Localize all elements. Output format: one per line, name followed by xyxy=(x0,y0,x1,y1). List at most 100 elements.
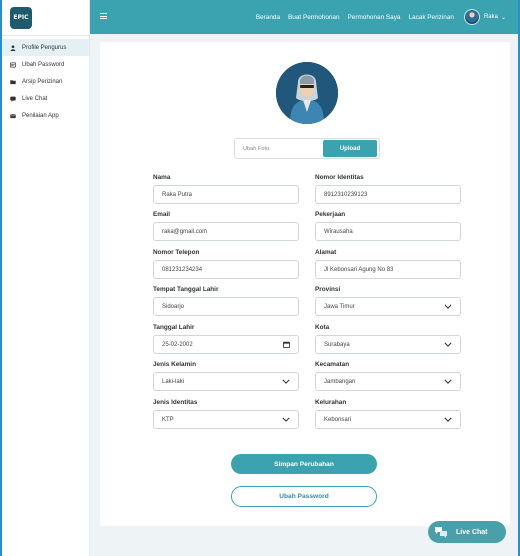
nav-link-buat-permohonan[interactable]: Buat Permohonan xyxy=(288,14,340,21)
field-nomor-telepon: Nomor Telepon 081231234234 xyxy=(153,249,299,279)
field-value: Raka Putra xyxy=(162,191,193,198)
envelope-icon xyxy=(10,113,16,118)
field-value: 8912310239123 xyxy=(324,191,368,198)
sidebar-item-live-chat[interactable]: Live Chat xyxy=(2,90,89,107)
top-nav-links: Beranda Buat Permohonan Permohonan Saya … xyxy=(248,0,506,34)
province-select[interactable]: Jawa Timur xyxy=(315,297,461,316)
field-label: Kelurahan xyxy=(315,399,347,406)
phone-input[interactable]: 081231234234 xyxy=(153,260,299,279)
field-nama: Nama Raka Putra xyxy=(153,174,299,204)
id-number-input[interactable]: 8912310239123 xyxy=(315,185,461,204)
field-nomor-identitas: Nomor Identitas 8912310239123 xyxy=(315,174,461,204)
sidebar-item-label: Profile Pengurus xyxy=(22,44,67,51)
nav-link-lacak-perizinan[interactable]: Lacak Perizinan xyxy=(408,14,453,21)
sidebar-nav: Profile Pengurus Ubah Password Arsip Per… xyxy=(2,36,89,124)
field-kelurahan: Kelurahan Kebonsari xyxy=(315,399,461,429)
field-provinsi: Provinsi Jawa Timur xyxy=(315,286,461,316)
field-jenis-identitas: Jenis Identitas KTP xyxy=(153,399,299,429)
logo-area: EPIC xyxy=(2,0,89,36)
field-tempat-lahir: Tempat Tanggal Lahir Sidoarjo xyxy=(153,286,299,316)
chevron-down-icon xyxy=(444,417,452,422)
profile-card: Ubah Foto Upload Nama Raka Putra Email r… xyxy=(100,42,510,526)
chevron-down-icon: ⌄ xyxy=(500,14,506,21)
field-value: Laki-laki xyxy=(162,378,185,385)
sidebar-item-penilaian-app[interactable]: Penilaian App xyxy=(2,107,89,124)
field-kecamatan: Kecamatan Jambangan xyxy=(315,361,461,391)
sidebar: EPIC Profile Pengurus Ubah Password Arsi… xyxy=(2,0,90,556)
field-value: Surabaya xyxy=(324,341,350,348)
sidebar-item-profile-pengurus[interactable]: Profile Pengurus xyxy=(2,39,89,56)
sidebar-item-label: Live Chat xyxy=(22,95,48,102)
id-type-select[interactable]: KTP xyxy=(153,410,299,429)
email-input[interactable]: raka@gmail.com xyxy=(153,222,299,241)
user-menu[interactable]: Raka ⌄ xyxy=(463,9,506,25)
chevron-down-icon xyxy=(444,304,452,309)
photo-file-input[interactable]: Ubah Foto xyxy=(235,146,323,152)
field-label: Jenis Identitas xyxy=(153,399,198,406)
sidebar-item-arsip-perizinan[interactable]: Arsip Perizinan xyxy=(2,73,89,90)
field-pekerjaan: Pekerjaan Wirausaha xyxy=(315,211,461,241)
change-password-button[interactable]: Ubah Password xyxy=(231,486,377,507)
calendar-icon[interactable] xyxy=(283,341,290,348)
sidebar-item-label: Penilaian App xyxy=(22,112,59,119)
village-select[interactable]: Kebonsari xyxy=(315,410,461,429)
field-value: 081231234234 xyxy=(162,266,203,273)
chevron-down-icon xyxy=(282,417,290,422)
photo-upload-control: Ubah Foto Upload xyxy=(234,138,380,159)
field-label: Nomor Telepon xyxy=(153,249,200,256)
field-value: raka@gmail.com xyxy=(162,228,208,235)
field-label: Tanggal Lahir xyxy=(153,324,195,331)
field-kota: Kota Surabaya xyxy=(315,324,461,354)
avatar xyxy=(463,9,480,25)
chat-bubbles-icon xyxy=(435,527,447,538)
field-value: Sidoarjo xyxy=(162,303,185,310)
field-label: Kecamatan xyxy=(315,361,350,368)
field-label: Email xyxy=(153,211,171,218)
field-value: Wirausaha xyxy=(324,228,353,235)
sidebar-item-label: Ubah Password xyxy=(22,61,65,68)
nav-link-permohonan-saya[interactable]: Permohonan Saya xyxy=(348,14,401,21)
city-select[interactable]: Surabaya xyxy=(315,335,461,354)
field-value: 25-02-2002 xyxy=(162,341,193,348)
field-alamat: Alamat Jl Kebonsari Agung No 83 xyxy=(315,249,461,279)
top-navbar: Beranda Buat Permohonan Permohonan Saya … xyxy=(90,0,518,34)
field-value: Jawa Timur xyxy=(324,303,355,310)
sidebar-item-label: Arsip Perizinan xyxy=(22,78,63,85)
profile-photo xyxy=(276,62,338,124)
field-label: Kota xyxy=(315,324,330,331)
field-label: Alamat xyxy=(315,249,337,256)
address-input[interactable]: Jl Kebonsari Agung No 83 xyxy=(315,260,461,279)
occupation-input[interactable]: Wirausaha xyxy=(315,222,461,241)
folder-icon xyxy=(10,79,16,84)
field-jenis-kelamin: Jenis Kelamin Laki-laki xyxy=(153,361,299,391)
field-label: Nomor Identitas xyxy=(315,174,364,181)
field-value: Kebonsari xyxy=(324,416,352,423)
birthplace-input[interactable]: Sidoarjo xyxy=(153,297,299,316)
key-card-icon xyxy=(10,62,16,67)
upload-button[interactable]: Upload xyxy=(323,140,377,157)
field-label: Nama xyxy=(153,174,171,181)
logo-text: EPIC xyxy=(13,14,29,21)
nama-input[interactable]: Raka Putra xyxy=(153,185,299,204)
app-logo[interactable]: EPIC xyxy=(10,6,32,29)
field-email: Email raka@gmail.com xyxy=(153,211,299,241)
user-icon xyxy=(10,44,16,51)
save-changes-button[interactable]: Simpan Perubahan xyxy=(231,454,377,474)
live-chat-button[interactable]: Live Chat xyxy=(428,521,506,543)
sidebar-item-ubah-password[interactable]: Ubah Password xyxy=(2,56,89,73)
district-select[interactable]: Jambangan xyxy=(315,372,461,391)
field-value: KTP xyxy=(162,416,174,423)
field-label: Provinsi xyxy=(315,286,341,293)
user-name: Raka xyxy=(483,14,498,20)
live-chat-label: Live Chat xyxy=(456,528,488,536)
chevron-down-icon xyxy=(444,342,452,347)
field-label: Jenis Kelamin xyxy=(153,361,196,368)
birthdate-input[interactable]: 25-02-2002 xyxy=(153,335,299,354)
field-tanggal-lahir: Tanggal Lahir 25-02-2002 xyxy=(153,324,299,354)
chevron-down-icon xyxy=(444,379,452,384)
field-label: Tempat Tanggal Lahir xyxy=(153,286,219,293)
hamburger-menu-icon[interactable] xyxy=(100,13,107,19)
chevron-down-icon xyxy=(282,379,290,384)
nav-link-beranda[interactable]: Beranda xyxy=(256,14,280,21)
gender-select[interactable]: Laki-laki xyxy=(153,372,299,391)
